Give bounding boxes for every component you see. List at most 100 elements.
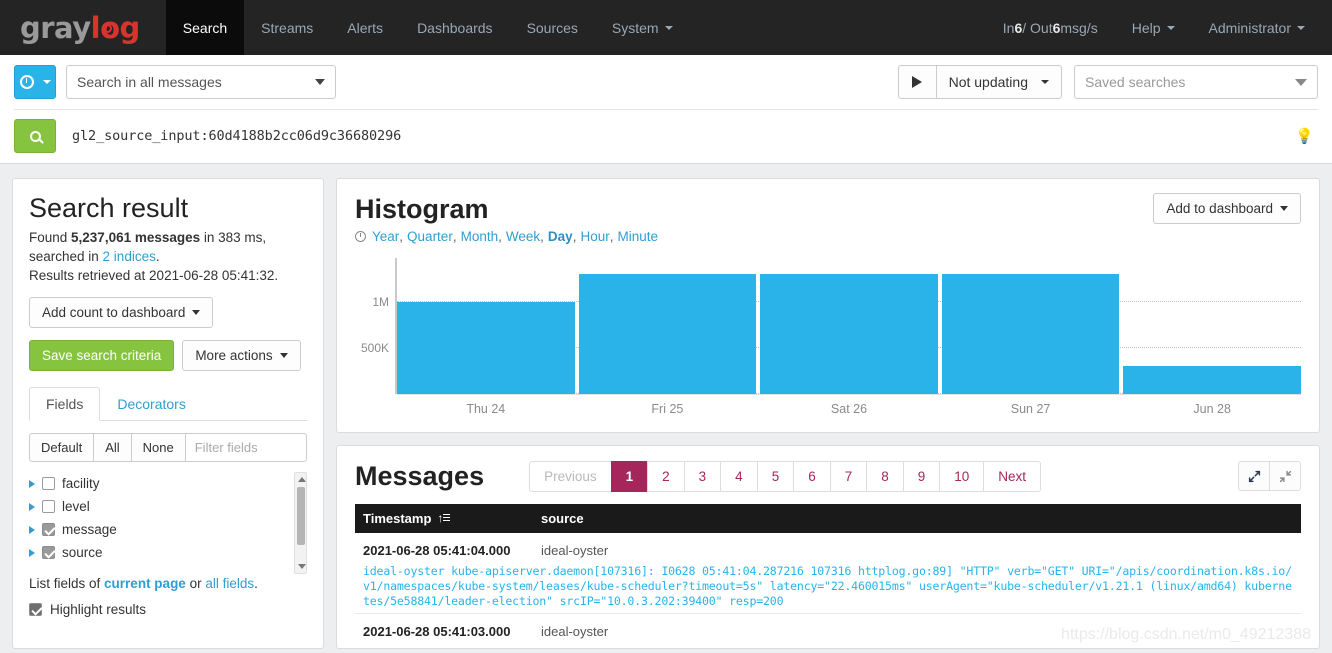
more-actions-button[interactable]: More actions bbox=[182, 340, 301, 371]
graylog-logo[interactable]: gray log bbox=[0, 0, 166, 55]
column-header-timestamp[interactable]: Timestamp bbox=[363, 511, 541, 526]
filter-fields-input[interactable] bbox=[184, 433, 307, 462]
run-search-button[interactable] bbox=[14, 119, 56, 153]
nav-label: Sources bbox=[526, 19, 578, 36]
bar[interactable] bbox=[760, 273, 938, 394]
field-checkbox[interactable] bbox=[42, 546, 55, 559]
table-row[interactable]: 2021-06-28 05:41:03.000 ideal-oyster bbox=[355, 614, 1301, 643]
saved-searches-select[interactable]: Saved searches bbox=[1074, 65, 1318, 99]
bar[interactable] bbox=[941, 273, 1120, 394]
resolution-minute[interactable]: Minute bbox=[617, 229, 658, 244]
list-fields-text: List fields of current page or all field… bbox=[29, 576, 307, 591]
field-item-level[interactable]: level bbox=[29, 495, 289, 518]
button-label: Default bbox=[41, 440, 83, 455]
expand-triangle-icon[interactable] bbox=[29, 479, 35, 488]
search-result-sidebar: Search result Found 5,237,061 messages i… bbox=[12, 178, 324, 649]
tab-label: Fields bbox=[46, 396, 84, 412]
fields-all-button[interactable]: All bbox=[93, 433, 132, 462]
bar[interactable] bbox=[397, 302, 575, 394]
highlight-results-row[interactable]: Highlight results bbox=[29, 602, 307, 617]
resolution-month[interactable]: Month bbox=[461, 229, 499, 244]
add-count-to-dashboard-button[interactable]: Add count to dashboard bbox=[29, 297, 214, 328]
field-checkbox[interactable] bbox=[42, 500, 55, 513]
search-scope-select[interactable]: Search in all messages bbox=[66, 65, 336, 99]
main-content: Search result Found 5,237,061 messages i… bbox=[0, 164, 1332, 649]
column-header-source[interactable]: source bbox=[541, 511, 584, 526]
resolution-week[interactable]: Week bbox=[506, 229, 540, 244]
pagination-previous[interactable]: Previous bbox=[529, 460, 612, 492]
page-number: 5 bbox=[771, 468, 780, 484]
nav-item-user-menu[interactable]: Administrator bbox=[1192, 0, 1322, 55]
list-fields-suffix: . bbox=[254, 576, 258, 591]
field-checkbox[interactable] bbox=[42, 477, 55, 490]
search-scope-value: Search in all messages bbox=[77, 74, 222, 90]
field-item-message[interactable]: message bbox=[29, 518, 289, 541]
expand-triangle-icon[interactable] bbox=[29, 525, 35, 534]
tab-fields[interactable]: Fields bbox=[29, 387, 101, 421]
indices-link[interactable]: 2 indices bbox=[103, 249, 156, 264]
nav-item-dashboards[interactable]: Dashboards bbox=[400, 0, 510, 55]
highlight-results-checkbox[interactable] bbox=[29, 603, 42, 616]
field-checkbox[interactable] bbox=[42, 523, 55, 536]
scroll-up-arrow-icon[interactable] bbox=[297, 477, 306, 482]
field-list-scrollbar[interactable] bbox=[294, 472, 307, 574]
search-controls-row: Search in all messages Not updating Save… bbox=[14, 65, 1318, 110]
pagination-page-4[interactable]: 4 bbox=[720, 460, 758, 492]
sidebar-tabs: Fields Decorators bbox=[29, 387, 307, 421]
messages-title: Messages bbox=[355, 461, 485, 491]
page-number: 7 bbox=[844, 468, 853, 484]
resolution-year[interactable]: Year bbox=[372, 229, 399, 244]
pagination-page-6[interactable]: 6 bbox=[793, 460, 831, 492]
current-page-link[interactable]: current page bbox=[104, 576, 186, 591]
pagination-page-10[interactable]: 10 bbox=[939, 460, 985, 492]
bar[interactable] bbox=[578, 273, 757, 394]
nav-item-search[interactable]: Search bbox=[165, 0, 245, 55]
nav-item-sources[interactable]: Sources bbox=[510, 0, 595, 55]
resolution-day[interactable]: Day bbox=[548, 229, 573, 244]
clock-icon bbox=[19, 75, 34, 89]
chevron-down-icon bbox=[1166, 25, 1175, 30]
bar[interactable] bbox=[1123, 365, 1301, 394]
refresh-interval-dropdown[interactable]: Not updating bbox=[935, 65, 1062, 99]
pagination-next[interactable]: Next bbox=[983, 460, 1042, 492]
row-summary: 2021-06-28 05:41:04.000 ideal-oyster bbox=[363, 543, 1293, 558]
resolution-hour[interactable]: Hour bbox=[580, 229, 609, 244]
pagination-page-2[interactable]: 2 bbox=[647, 460, 685, 492]
table-row[interactable]: 2021-06-28 05:41:04.000 ideal-oyster ide… bbox=[355, 533, 1301, 614]
logo-dot-icon bbox=[102, 23, 112, 33]
scrollbar-thumb[interactable] bbox=[296, 487, 305, 545]
field-item-facility[interactable]: facility bbox=[29, 472, 289, 495]
nav-item-alerts[interactable]: Alerts bbox=[330, 0, 400, 55]
pagination-page-5[interactable]: 5 bbox=[756, 460, 795, 492]
all-fields-link[interactable]: all fields bbox=[205, 576, 254, 591]
time-range-button[interactable] bbox=[14, 65, 56, 99]
histogram-chart: 1M 500K Thu 24 Fri 25 Sat 26 Sun 27 Jun 28 bbox=[355, 258, 1301, 418]
collapse-all-button[interactable] bbox=[1269, 461, 1301, 491]
query-row: 💡 bbox=[14, 110, 1318, 163]
lightbulb-icon[interactable]: 💡 bbox=[1295, 127, 1318, 145]
save-search-criteria-button[interactable]: Save search criteria bbox=[29, 340, 175, 371]
add-to-dashboard-button[interactable]: Add to dashboard bbox=[1153, 193, 1301, 224]
refresh-interval-label: Not updating bbox=[948, 74, 1028, 90]
search-query-input[interactable] bbox=[70, 127, 1282, 145]
nav-item-streams[interactable]: Streams bbox=[244, 0, 330, 55]
pagination-page-1[interactable]: 1 bbox=[610, 460, 649, 492]
field-item-source[interactable]: source bbox=[29, 541, 289, 564]
fields-default-button[interactable]: Default bbox=[29, 433, 95, 462]
pagination-page-9[interactable]: 9 bbox=[902, 460, 941, 492]
play-refresh-button[interactable] bbox=[897, 65, 936, 99]
pagination-page-8[interactable]: 8 bbox=[866, 460, 904, 492]
scroll-down-arrow-icon[interactable] bbox=[297, 564, 306, 569]
nav-label: Alerts bbox=[347, 19, 384, 36]
expand-all-button[interactable] bbox=[1238, 461, 1270, 491]
tab-decorators[interactable]: Decorators bbox=[100, 387, 202, 421]
nav-item-system[interactable]: System bbox=[595, 0, 690, 55]
expand-triangle-icon[interactable] bbox=[29, 548, 35, 557]
resolution-quarter[interactable]: Quarter bbox=[407, 229, 453, 244]
fields-none-button[interactable]: None bbox=[130, 433, 186, 462]
pagination-page-3[interactable]: 3 bbox=[683, 460, 722, 492]
expand-triangle-icon[interactable] bbox=[29, 502, 35, 511]
logo-text-log: log bbox=[90, 10, 141, 45]
nav-item-help[interactable]: Help bbox=[1115, 0, 1192, 55]
pagination-page-7[interactable]: 7 bbox=[829, 460, 868, 492]
